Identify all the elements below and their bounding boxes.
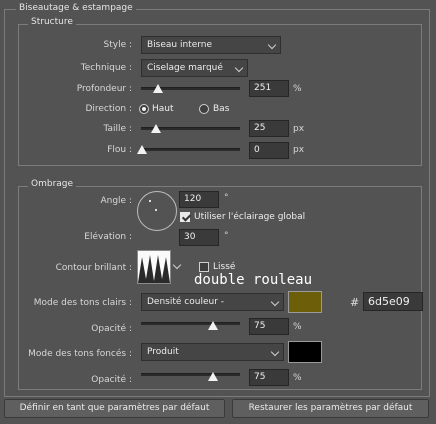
altitude-label: Elévation : xyxy=(84,232,132,242)
chevron-down-icon xyxy=(172,260,182,270)
highlight-opacity-slider[interactable] xyxy=(141,322,240,325)
reset-default-button[interactable]: Restaurer les paramètres par défaut xyxy=(232,399,429,418)
highlight-mode-label: Mode des tons clairs : xyxy=(33,298,132,308)
angle-dial-marker xyxy=(149,200,151,202)
direction-down-label: Bas xyxy=(213,104,230,114)
soften-slider-thumb[interactable] xyxy=(137,145,147,154)
direction-label: Direction : xyxy=(85,104,132,114)
hex-hash-label: # xyxy=(350,296,360,309)
highlight-hex-input[interactable]: 6d5e09 xyxy=(363,292,423,311)
soften-slider[interactable] xyxy=(141,148,240,151)
shadow-color-swatch[interactable] xyxy=(288,341,322,363)
technique-label: Technique : xyxy=(80,63,132,73)
highlight-color-swatch[interactable] xyxy=(288,291,322,313)
gloss-contour-dropdown[interactable] xyxy=(172,260,183,272)
make-default-button[interactable]: Définir en tant que paramètres par défau… xyxy=(4,399,225,418)
soften-unit: px xyxy=(293,145,305,155)
soften-input[interactable]: 0 xyxy=(249,142,289,159)
angle-dial-center xyxy=(155,209,157,211)
shadow-opacity-slider[interactable] xyxy=(141,373,240,376)
size-label: Taille : xyxy=(103,124,132,134)
size-input[interactable]: 25 xyxy=(249,120,289,137)
chevron-down-icon xyxy=(270,297,280,307)
technique-select[interactable]: Ciselage marqué xyxy=(141,59,248,77)
direction-up-radio[interactable] xyxy=(139,104,149,114)
direction-up-label: Haut xyxy=(152,104,174,114)
shadow-mode-label: Mode des tons foncés : xyxy=(28,349,132,359)
depth-input[interactable]: 251 xyxy=(249,80,289,97)
gloss-contour-preview[interactable] xyxy=(137,250,171,284)
highlight-opacity-unit: % xyxy=(293,322,302,332)
highlight-mode-value: Densité couleur - xyxy=(147,297,224,307)
direction-down-radio[interactable] xyxy=(199,104,209,114)
style-value: Biseau interne xyxy=(147,40,213,50)
chevron-down-icon xyxy=(270,347,280,357)
antialias-checkbox[interactable] xyxy=(199,262,209,272)
depth-slider-thumb[interactable] xyxy=(153,84,163,93)
size-unit: px xyxy=(293,124,305,134)
shadow-opacity-thumb[interactable] xyxy=(208,372,218,381)
structure-legend: Structure xyxy=(28,17,76,27)
angle-unit: ° xyxy=(224,193,229,203)
depth-unit: % xyxy=(293,84,302,94)
highlight-opacity-input[interactable]: 75 xyxy=(249,318,289,335)
contour-name-annotation: double rouleau xyxy=(194,272,313,288)
angle-label: Angle : xyxy=(100,196,132,206)
highlight-opacity-label: Opacité : xyxy=(91,324,132,334)
shadow-opacity-input[interactable]: 75 xyxy=(249,369,289,386)
highlight-opacity-thumb[interactable] xyxy=(208,321,218,330)
global-light-label: Utiliser l'éclairage global xyxy=(194,212,306,222)
style-select[interactable]: Biseau interne xyxy=(141,36,281,54)
altitude-input[interactable]: 30 xyxy=(179,229,219,246)
gloss-contour-label: Contour brillant : xyxy=(55,263,132,273)
technique-value: Ciselage marqué xyxy=(147,63,223,73)
global-light-checkbox[interactable] xyxy=(180,212,190,222)
style-label: Style : xyxy=(103,40,133,50)
depth-label: Profondeur : xyxy=(76,84,132,94)
shadow-opacity-label: Opacité : xyxy=(91,375,132,385)
shading-legend: Ombrage xyxy=(28,179,77,189)
antialias-label: Lissé xyxy=(213,262,236,272)
angle-dial[interactable] xyxy=(137,191,177,231)
shadow-opacity-unit: % xyxy=(293,373,302,383)
size-slider-thumb[interactable] xyxy=(151,124,161,133)
panel-title: Biseautage & estampage xyxy=(16,3,136,13)
chevron-down-icon xyxy=(234,63,244,73)
shadow-mode-value: Produit xyxy=(147,347,179,357)
chevron-down-icon xyxy=(267,40,277,50)
soften-label: Flou : xyxy=(107,145,132,155)
angle-input[interactable]: 120 xyxy=(179,191,219,208)
contour-curve-icon xyxy=(138,255,170,283)
highlight-mode-select[interactable]: Densité couleur - xyxy=(141,293,284,311)
shadow-mode-select[interactable]: Produit xyxy=(141,343,284,361)
altitude-unit: ° xyxy=(224,231,229,241)
